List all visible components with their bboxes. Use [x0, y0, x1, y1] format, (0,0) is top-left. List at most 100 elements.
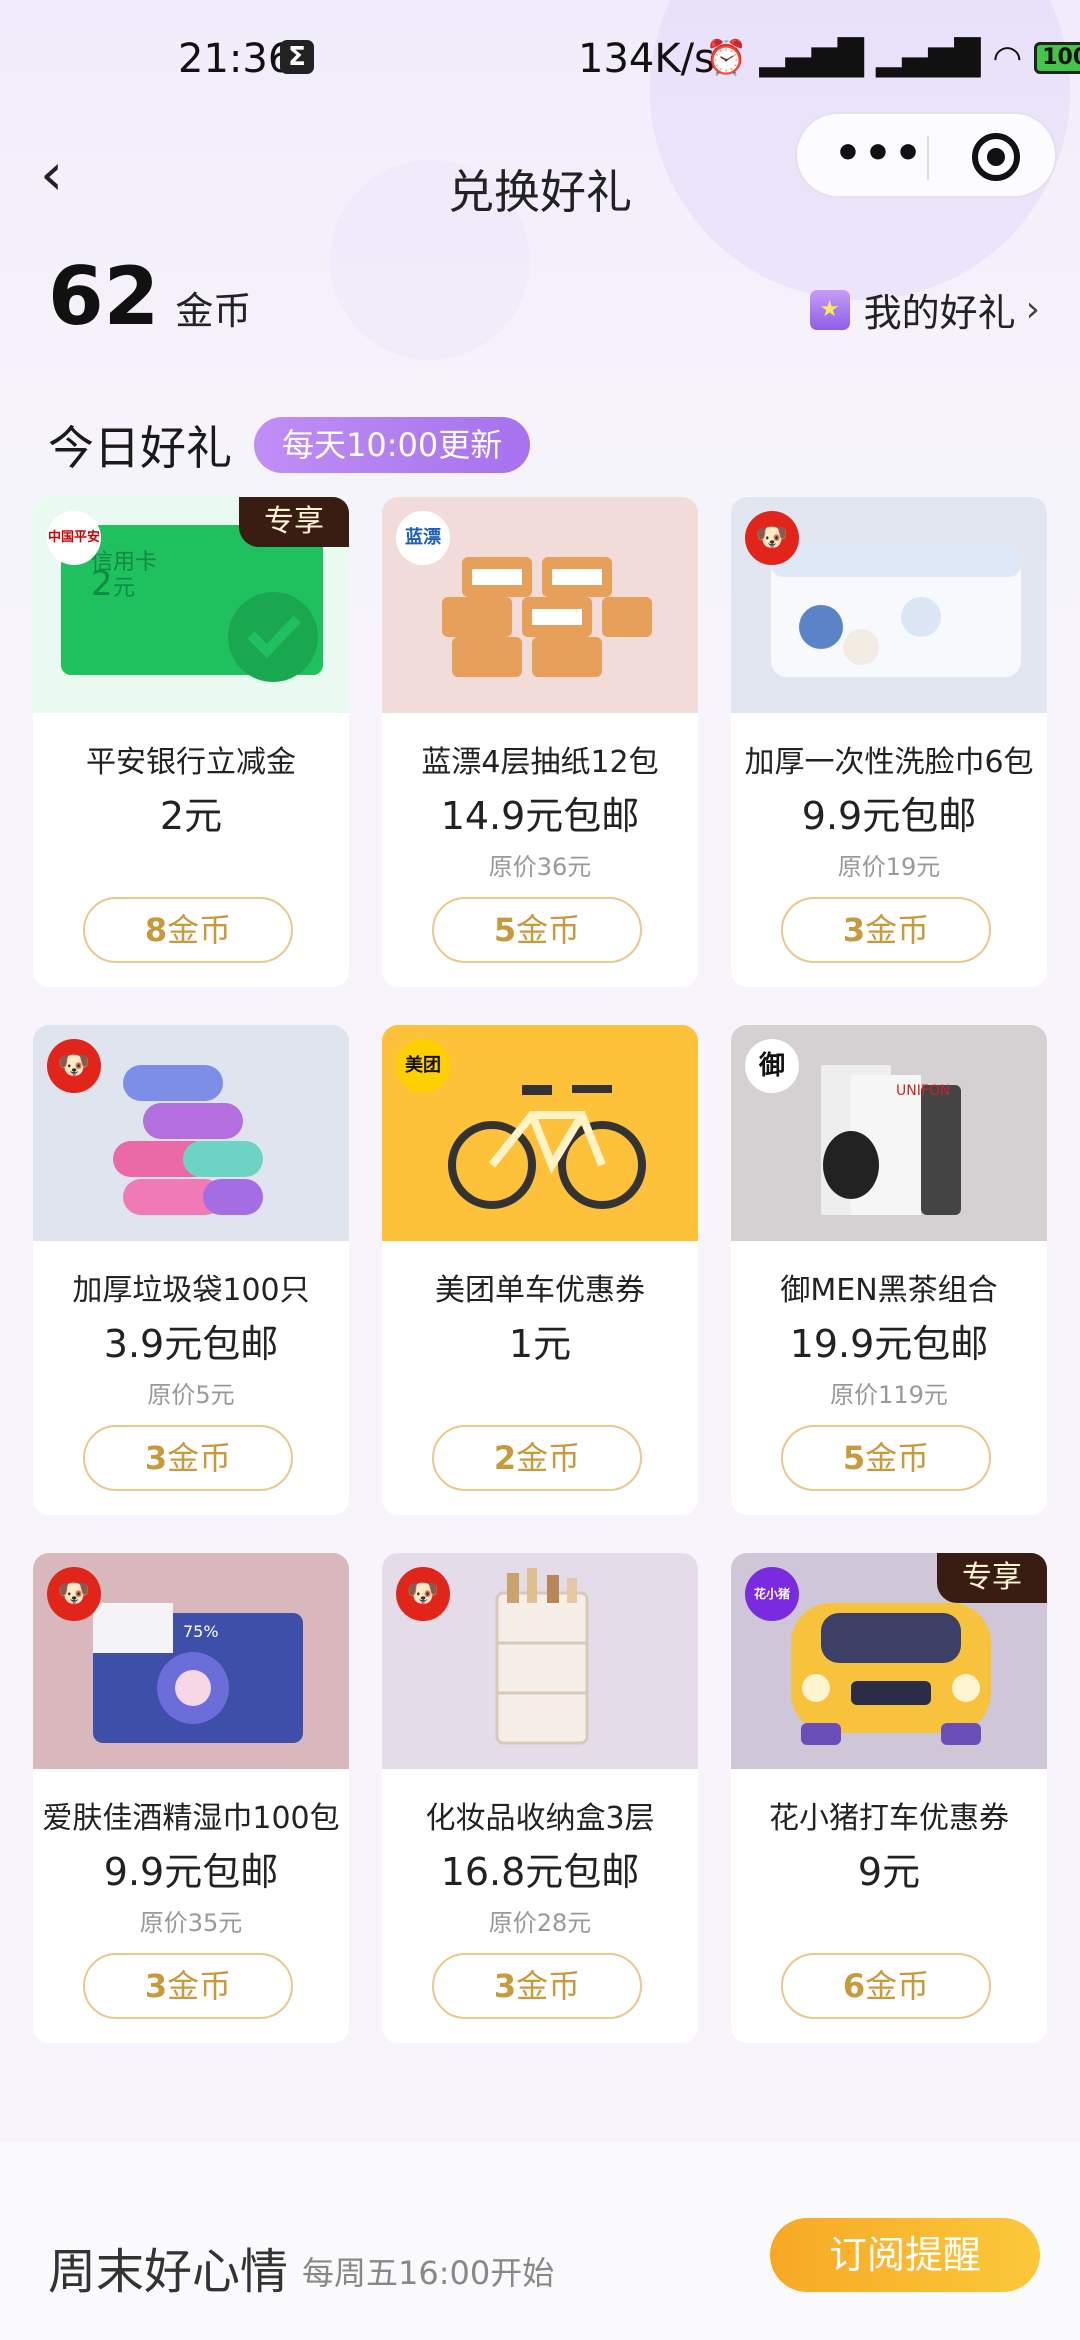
product-card[interactable]: 75% 🐶 爱肤佳酒精湿巾100包 9.9元包邮 原价35元 3金币	[33, 1553, 349, 2043]
exclusive-badge: 专享	[937, 1553, 1047, 1603]
product-card[interactable]: 🐶 化妆品收纳盒3层 16.8元包邮 原价28元 3金币	[382, 1553, 698, 2043]
coin-cost: 3	[144, 1967, 168, 2005]
today-section-header: 今日好礼 每天10:00更新	[48, 412, 531, 478]
svg-text:UNIFON: UNIFON	[896, 1083, 950, 1099]
exclusive-badge: 专享	[239, 497, 349, 547]
product-name: 花小猪打车优惠券	[769, 1801, 1009, 1836]
weekend-section: 周末好心情 每周五16:00开始 订阅提醒	[0, 2142, 1080, 2340]
product-price: 3.9元包邮	[103, 1322, 279, 1366]
original-price: 原价19元	[837, 853, 941, 881]
product-price: 16.8元包邮	[440, 1850, 640, 1894]
exchange-button[interactable]: 3金币	[83, 1953, 293, 2019]
coin-cost: 2	[493, 1439, 517, 1477]
signal-icon: ▂▄▆█	[875, 38, 981, 78]
jd-logo-icon: 🐶	[745, 511, 799, 565]
coin-cost-unit: 金币	[865, 1967, 930, 2005]
coin-cost: 8	[144, 911, 168, 949]
my-gifts-link[interactable]: ★ 我的好礼 ›	[809, 282, 1040, 337]
original-price: 原价5元	[147, 1381, 235, 1409]
exchange-button[interactable]: 8金币	[83, 897, 293, 963]
coin-cost-unit: 金币	[167, 1439, 232, 1477]
product-name: 化妆品收纳盒3层	[425, 1801, 655, 1836]
exchange-button[interactable]: 5金币	[432, 897, 642, 963]
coin-cost: 3	[144, 1439, 168, 1477]
product-price: 2元	[159, 794, 223, 838]
product-card[interactable]: UNIFON 御 御MEN黑茶组合 19.9元包邮 原价119元 5金币	[731, 1025, 1047, 1515]
coin-cost: 3	[493, 1967, 517, 2005]
coin-cost: 5	[493, 911, 517, 949]
product-name: 御MEN黑茶组合	[780, 1273, 998, 1308]
product-price: 9.9元包邮	[103, 1850, 279, 1894]
svg-text:2: 2	[91, 564, 113, 604]
product-price: 9元	[857, 1850, 921, 1894]
original-price: 原价35元	[139, 1909, 243, 1937]
more-icon[interactable]: •••	[829, 124, 929, 184]
svg-text:元: 元	[113, 576, 135, 601]
exchange-button[interactable]: 6金币	[781, 1953, 991, 2019]
product-name: 加厚垃圾袋100只	[72, 1273, 310, 1308]
alarm-icon: ⏰	[705, 38, 748, 78]
product-card[interactable]: 信用卡 2 元 中国平安 专享 平安银行立减金 2元 8金币	[33, 497, 349, 987]
coin-cost: 6	[842, 1967, 866, 2005]
miniprogram-capsule: •••	[795, 112, 1057, 198]
coin-cost-unit: 金币	[516, 1439, 581, 1477]
brand-logo: 中国平安	[47, 511, 101, 565]
status-time: 21:36	[178, 36, 294, 82]
weekend-subtitle: 每周五16:00开始	[302, 2254, 555, 2292]
coin-cost: 3	[842, 911, 866, 949]
jd-logo-icon: 🐶	[396, 1567, 450, 1621]
net-speed: 134K/s	[578, 36, 715, 82]
subscribe-reminder-button[interactable]: 订阅提醒	[770, 2218, 1040, 2292]
product-card[interactable]: 美团 美团单车优惠券 1元 2金币	[382, 1025, 698, 1515]
brand-logo: 蓝漂	[396, 511, 450, 565]
today-title: 今日好礼	[48, 421, 232, 475]
coin-balance: 62 金币	[48, 250, 251, 343]
my-gifts-label: 我的好礼	[863, 291, 1016, 335]
product-name: 平安银行立减金	[86, 745, 296, 780]
jd-logo-icon: 🐶	[47, 1567, 101, 1621]
product-name: 蓝漂4层抽纸12包	[421, 745, 659, 780]
exchange-button[interactable]: 2金币	[432, 1425, 642, 1491]
product-price: 9.9元包邮	[801, 794, 977, 838]
original-price: 原价36元	[488, 853, 592, 881]
coin-cost-unit: 金币	[865, 1439, 930, 1477]
product-price: 19.9元包邮	[789, 1322, 989, 1366]
exchange-button[interactable]: 3金币	[781, 897, 991, 963]
sigma-icon: Σ	[280, 40, 314, 74]
product-name: 加厚一次性洗脸巾6包	[744, 745, 1034, 780]
brand-logo: 美团	[396, 1039, 450, 1093]
coin-cost-unit: 金币	[865, 911, 930, 949]
product-card[interactable]: 🐶 加厚垃圾袋100只 3.9元包邮 原价5元 3金币	[33, 1025, 349, 1515]
coin-cost-unit: 金币	[516, 1967, 581, 2005]
gift-icon: ★	[809, 289, 850, 330]
coin-unit: 金币	[175, 289, 252, 333]
product-name: 爱肤佳酒精湿巾100包	[42, 1801, 340, 1836]
exchange-button[interactable]: 3金币	[432, 1953, 642, 2019]
chevron-right-icon: ›	[1025, 289, 1040, 330]
product-card[interactable]: 蓝漂 蓝漂4层抽纸12包 14.9元包邮 原价36元 5金币	[382, 497, 698, 987]
weekend-title: 周末好心情	[48, 2244, 289, 2300]
coin-amount: 62	[48, 250, 160, 343]
brand-logo: 花小猪	[745, 1567, 799, 1621]
coin-cost-unit: 金币	[516, 911, 581, 949]
coin-cost: 5	[842, 1439, 866, 1477]
capsule-divider	[927, 136, 929, 180]
product-price: 1元	[508, 1322, 572, 1366]
coin-cost-unit: 金币	[167, 911, 232, 949]
coin-cost-unit: 金币	[167, 1967, 232, 2005]
product-price: 14.9元包邮	[440, 794, 640, 838]
update-time-tag: 每天10:00更新	[254, 417, 531, 473]
product-name: 美团单车优惠券	[435, 1273, 645, 1308]
original-price: 原价28元	[488, 1909, 592, 1937]
wifi-icon: ◠	[992, 38, 1023, 78]
original-price: 原价119元	[830, 1381, 948, 1409]
battery-icon: 100	[1034, 42, 1080, 74]
exchange-button[interactable]: 3金币	[83, 1425, 293, 1491]
signal-icon: ▂▄▆█	[759, 38, 864, 78]
svg-text:75%: 75%	[183, 1622, 219, 1641]
exchange-button[interactable]: 5金币	[781, 1425, 991, 1491]
jd-logo-icon: 🐶	[47, 1039, 101, 1093]
product-card[interactable]: 🐶 加厚一次性洗脸巾6包 9.9元包邮 原价19元 3金币	[731, 497, 1047, 987]
close-target-icon[interactable]	[972, 133, 1020, 181]
product-card[interactable]: 花小猪 专享 花小猪打车优惠券 9元 6金币	[731, 1553, 1047, 2043]
